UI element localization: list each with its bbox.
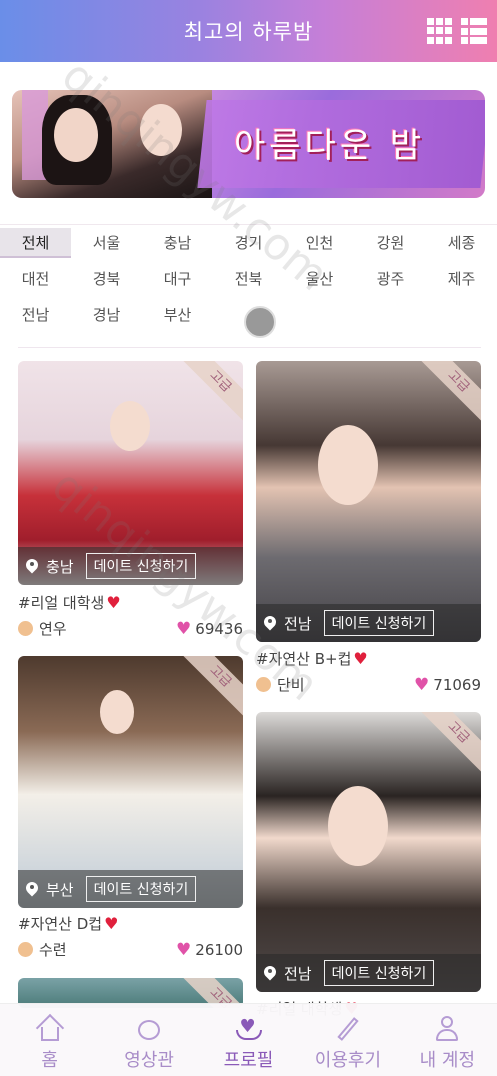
- like-number: 71069: [433, 675, 481, 694]
- grade-badge: 고급: [418, 712, 481, 773]
- nav-label: 내 계정: [419, 1050, 476, 1071]
- grid-icon[interactable]: [427, 18, 453, 44]
- list-icon[interactable]: [461, 18, 487, 44]
- region-tab[interactable]: 전체: [0, 228, 71, 258]
- nav-label: 이용후기: [314, 1050, 382, 1071]
- region-tab[interactable]: 전북: [213, 264, 284, 294]
- home-icon: [35, 1013, 64, 1043]
- region-tab[interactable]: 제주: [426, 264, 497, 294]
- region-tab[interactable]: 대전: [0, 264, 71, 294]
- location-label: 부산: [46, 880, 74, 899]
- date-request-button[interactable]: 데이트 신청하기: [323, 960, 435, 986]
- avatar: [18, 942, 33, 957]
- like-count[interactable]: ♥ 69436: [176, 619, 243, 639]
- nav-video-hall[interactable]: 영상관: [99, 1004, 198, 1076]
- location-label: 전남: [284, 964, 312, 983]
- profile-photo[interactable]: 고급 부산 데이트 신청하기: [18, 656, 243, 908]
- location-pin-icon: [26, 882, 38, 896]
- header-bar: 최고의 하루밤: [0, 0, 497, 62]
- avatar: [18, 621, 33, 636]
- region-tab[interactable]: 서울: [71, 228, 142, 258]
- card-overlay: 부산 데이트 신청하기: [18, 870, 243, 908]
- region-tab[interactable]: 인천: [284, 228, 355, 258]
- location-pin-icon: [264, 616, 276, 630]
- description-text: #자연산 B+컵: [256, 650, 352, 668]
- promo-banner[interactable]: 아름다운 밤: [12, 90, 485, 198]
- region-tab[interactable]: 충남: [142, 228, 213, 258]
- date-request-button[interactable]: 데이트 신청하기: [85, 553, 197, 579]
- profile-photo[interactable]: 고급 충남 데이트 신청하기: [18, 361, 243, 585]
- nav-reviews[interactable]: 이용후기: [298, 1004, 397, 1076]
- location-pin-icon: [26, 559, 38, 573]
- nav-label: 프로필: [223, 1050, 274, 1071]
- location-label: 전남: [284, 614, 312, 633]
- profile-photo[interactable]: 고급 전남 데이트 신청하기: [256, 712, 481, 992]
- like-number: 26100: [195, 940, 243, 959]
- region-tab[interactable]: 경북: [71, 264, 142, 294]
- profile-name: 단비: [277, 676, 305, 694]
- grade-badge: 고급: [180, 361, 243, 422]
- card-description: #리얼 대학생 ♥: [18, 592, 121, 613]
- divider: [18, 347, 481, 348]
- profile-photo[interactable]: 고급 전남 데이트 신청하기: [256, 361, 481, 642]
- heart-icon: ♥: [106, 593, 121, 612]
- avatar: [256, 677, 271, 692]
- card-meta: 단비 ♥ 71069: [256, 674, 481, 695]
- region-tab[interactable]: 강원: [355, 228, 426, 258]
- like-count[interactable]: ♥ 71069: [414, 675, 481, 695]
- region-tab[interactable]: 부산: [142, 300, 213, 330]
- location-label: 충남: [46, 557, 74, 576]
- region-tab[interactable]: 경남: [71, 300, 142, 330]
- date-request-button[interactable]: 데이트 신청하기: [323, 610, 435, 636]
- like-count[interactable]: ♥ 26100: [176, 940, 243, 960]
- date-request-button[interactable]: 데이트 신청하기: [85, 876, 197, 902]
- like-heart-icon: ♥: [176, 618, 192, 639]
- nav-label: 영상관: [124, 1050, 174, 1071]
- banner-photo: [12, 90, 212, 198]
- profile-heart-icon: ♥: [235, 1016, 262, 1042]
- profile-name: 수련: [39, 941, 67, 959]
- description-text: #자연산 D컵: [18, 915, 103, 933]
- view-toggle: [427, 18, 487, 44]
- card-meta: 수련 ♥ 26100: [18, 939, 243, 960]
- grade-badge: 고급: [418, 361, 481, 422]
- card-overlay: 전남 데이트 신청하기: [256, 954, 481, 992]
- heart-icon: ♥: [353, 649, 368, 668]
- like-heart-icon: ♥: [414, 674, 430, 695]
- description-text: #리얼 대학생: [18, 594, 105, 612]
- user-icon: [434, 1016, 460, 1042]
- nav-my-account[interactable]: 내 계정: [398, 1004, 497, 1076]
- pencil-icon: [335, 1016, 361, 1042]
- video-hall-icon: [136, 1016, 162, 1042]
- heart-icon: ♥: [104, 914, 119, 933]
- profile-name: 연우: [39, 620, 67, 638]
- region-tab[interactable]: 울산: [284, 264, 355, 294]
- floating-dot-button[interactable]: [244, 306, 276, 338]
- location-pin-icon: [264, 966, 276, 980]
- region-tab[interactable]: 전남: [0, 300, 71, 330]
- bottom-navigation: 홈 영상관 ♥ 프로필 이용후기 내 계정: [0, 1003, 497, 1076]
- banner-title: 아름다운 밤: [234, 126, 426, 166]
- card-description: #자연산 B+컵 ♥: [256, 648, 368, 669]
- region-tab[interactable]: 대구: [142, 264, 213, 294]
- card-overlay: 전남 데이트 신청하기: [256, 604, 481, 642]
- card-overlay: 충남 데이트 신청하기: [18, 547, 243, 585]
- grade-badge: 고급: [180, 656, 243, 717]
- region-tab[interactable]: 경기: [213, 228, 284, 258]
- page-title: 최고의 하루밤: [183, 20, 314, 44]
- region-tab[interactable]: 광주: [355, 264, 426, 294]
- card-meta: 연우 ♥ 69436: [18, 618, 243, 639]
- nav-profile[interactable]: ♥ 프로필: [199, 1004, 298, 1076]
- like-heart-icon: ♥: [176, 939, 192, 960]
- nav-home[interactable]: 홈: [0, 1004, 99, 1076]
- nav-label: 홈: [41, 1050, 58, 1071]
- like-number: 69436: [195, 619, 243, 638]
- card-description: #자연산 D컵 ♥: [18, 913, 118, 934]
- region-tab[interactable]: 세종: [426, 228, 497, 258]
